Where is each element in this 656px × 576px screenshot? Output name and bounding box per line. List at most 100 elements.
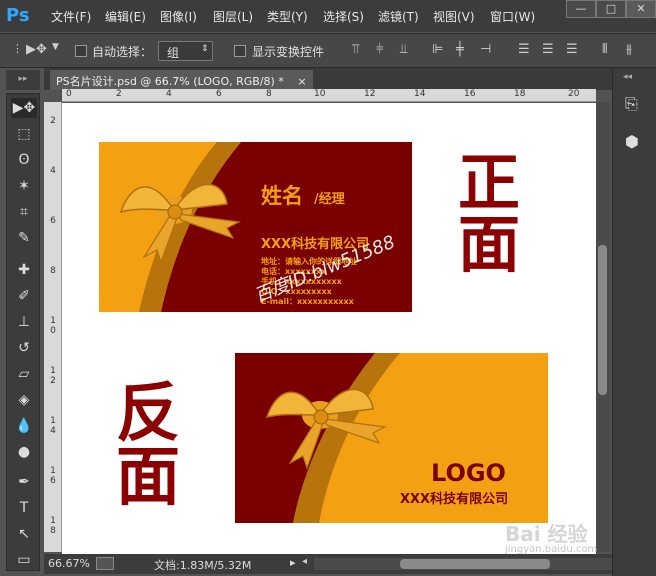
move-tool-icon[interactable]: ▶✥: [26, 42, 47, 57]
ruler-tick: 14: [414, 89, 426, 99]
minimize-button[interactable]: —: [566, 0, 596, 18]
align-right-icon[interactable]: ⊣: [480, 42, 491, 57]
vertical-scroll-thumb[interactable]: [598, 245, 607, 395]
menu-type[interactable]: 类型(Y): [267, 8, 308, 25]
close-button[interactable]: ✕: [626, 0, 656, 18]
front-label-char: 正: [458, 146, 521, 219]
ruler-tick: 8: [266, 89, 272, 99]
ruler-tick: 2: [116, 89, 122, 99]
toolbar-collapse[interactable]: ▸▸: [6, 70, 40, 90]
ruler-tick: 4: [166, 89, 172, 99]
eraser-tool-icon[interactable]: ▱: [11, 364, 37, 384]
menu-file[interactable]: 文件(F): [51, 8, 91, 25]
magic-wand-icon[interactable]: ✶: [11, 176, 37, 196]
document-size: 文档:1.83M/5.32M: [154, 559, 252, 572]
back-business-card[interactable]: LOGO XXX科技有限公司: [235, 353, 548, 523]
spinner-icon: ⇕: [201, 44, 209, 54]
ruler-tick: 1 2: [50, 366, 56, 386]
align-hcenter-icon[interactable]: ╪: [456, 42, 464, 57]
card-title: /经理: [314, 192, 345, 207]
move-tool-icon[interactable]: ▶✥: [11, 98, 37, 118]
distribute-bottom-icon[interactable]: ☰: [566, 42, 578, 57]
status-menu-arrow-icon[interactable]: ▸: [290, 556, 296, 569]
rectangle-tool-icon[interactable]: ▭: [11, 550, 37, 570]
ruler-tick: 1 4: [50, 416, 56, 436]
ruler-tick: 1 8: [50, 516, 56, 536]
menu-layer[interactable]: 图层(L): [213, 8, 253, 25]
marquee-tool-icon[interactable]: ⬚: [11, 124, 37, 144]
document-tab[interactable]: PS名片设计.psd @ 66.7% (LOGO, RGB/8) * ×: [50, 70, 313, 90]
stamp-tool-icon[interactable]: ⊥: [11, 312, 37, 332]
menu-image[interactable]: 图像(I): [160, 8, 197, 25]
restore-button[interactable]: □: [596, 0, 626, 18]
ruler-vertical: 2 4 6 8 1 0 1 2 1 4 1 6 1 8: [44, 102, 62, 552]
distribute-vcenter-icon[interactable]: ☰: [542, 42, 554, 57]
panel-grip-icon: ⋮: [12, 42, 23, 55]
card-company: XXX科技有限公司: [400, 492, 509, 507]
align-vcenter-icon[interactable]: ⫩: [376, 42, 383, 57]
ruler-horizontal: 0 2 4 6 8 10 12 14 16 18 20: [62, 89, 596, 102]
menu-select[interactable]: 选择(S): [323, 8, 364, 25]
path-selection-icon[interactable]: ↖: [11, 524, 37, 544]
right-panel-dock: ◂◂ ⎘ ⬢: [612, 68, 656, 576]
zoom-level[interactable]: 66.67%: [48, 557, 90, 570]
crop-tool-icon[interactable]: ⌗: [11, 202, 37, 222]
document-tab-title: PS名片设计.psd @ 66.7% (LOGO, RGB/8) *: [56, 75, 284, 88]
properties-panel-icon[interactable]: ⬢: [625, 132, 639, 151]
ruler-tick: 6: [50, 216, 56, 226]
menu-view[interactable]: 视图(V): [433, 8, 475, 25]
menu-bar: Ps 文件(F) 编辑(E) 图像(I) 图层(L) 类型(Y) 选择(S) 滤…: [0, 0, 656, 32]
ruler-tick: 6: [216, 89, 222, 99]
back-label-char: 面: [116, 440, 180, 515]
ruler-tick: 20: [568, 89, 580, 99]
blur-tool-icon[interactable]: 💧: [11, 416, 37, 436]
menu-edit[interactable]: 编辑(E): [105, 8, 146, 25]
menu-window[interactable]: 窗口(W): [490, 8, 535, 25]
close-tab-icon[interactable]: ×: [297, 75, 306, 88]
front-label-char: 面: [458, 208, 521, 281]
ruler-tick: 10: [314, 89, 326, 99]
baidu-watermark-logo: Bai 经验: [505, 522, 588, 546]
auto-select-dropdown[interactable]: 组 ⇕: [158, 41, 213, 61]
healing-brush-icon[interactable]: ✚: [11, 260, 37, 280]
auto-select-value: 组: [167, 46, 180, 60]
eyedropper-icon[interactable]: ✎: [11, 228, 37, 248]
ruler-tick: 8: [50, 266, 56, 276]
panel-expand-icon[interactable]: ◂◂: [623, 72, 632, 82]
chevron-down-icon[interactable]: ▼: [52, 42, 59, 52]
ruler-tick: 4: [50, 166, 56, 176]
ruler-tick: 12: [364, 89, 376, 99]
card-logo-text: LOGO: [431, 459, 506, 487]
options-bar: ⋮ ▶✥ ▼ 自动选择： 组 ⇕ 显示变换控件 ⫪ ⫩ ⫫ ⊫ ╪ ⊣ ☰ ☰ …: [0, 33, 656, 68]
align-bottom-icon[interactable]: ⫫: [400, 42, 407, 57]
auto-select-label: 自动选择：: [92, 45, 153, 59]
ruler-tick: 1 6: [50, 466, 56, 486]
ruler-tick: 2: [50, 116, 56, 126]
ruler-tick: 1 0: [50, 316, 56, 336]
show-transform-label: 显示变换控件: [252, 45, 325, 59]
dodge-tool-icon[interactable]: ●: [11, 442, 37, 462]
export-icon[interactable]: [96, 557, 114, 570]
menu-filter[interactable]: 滤镜(T): [378, 8, 419, 25]
horizontal-scroll-thumb[interactable]: [400, 559, 550, 569]
scroll-left-icon[interactable]: ◂: [302, 556, 307, 567]
history-panel-icon[interactable]: ⎘: [625, 94, 638, 114]
back-label-char: 反: [116, 376, 180, 451]
align-left-icon[interactable]: ⊫: [432, 42, 443, 57]
paint-bucket-icon[interactable]: ◈: [11, 390, 37, 410]
type-tool-icon[interactable]: T: [11, 498, 37, 518]
show-transform-checkbox[interactable]: [234, 45, 246, 57]
auto-select-checkbox[interactable]: [75, 45, 87, 57]
pen-tool-icon[interactable]: ✒: [11, 472, 37, 492]
ruler-tick: 0: [66, 89, 72, 99]
distribute-hcenter-icon[interactable]: ⫵: [626, 42, 632, 57]
status-bar: 66.67% 文档:1.83M/5.32M ▸ ◂: [44, 554, 614, 574]
lasso-tool-icon[interactable]: ʘ: [11, 150, 37, 170]
distribute-top-icon[interactable]: ☰: [518, 42, 530, 57]
history-brush-icon[interactable]: ↺: [11, 338, 37, 358]
brush-tool-icon[interactable]: ✐: [11, 286, 37, 306]
photoshop-logo: Ps: [6, 5, 30, 26]
distribute-left-icon[interactable]: ⫴: [602, 42, 607, 57]
align-top-icon[interactable]: ⫪: [352, 42, 359, 57]
baidu-watermark-url: jingyan.baidu.com: [505, 544, 598, 555]
